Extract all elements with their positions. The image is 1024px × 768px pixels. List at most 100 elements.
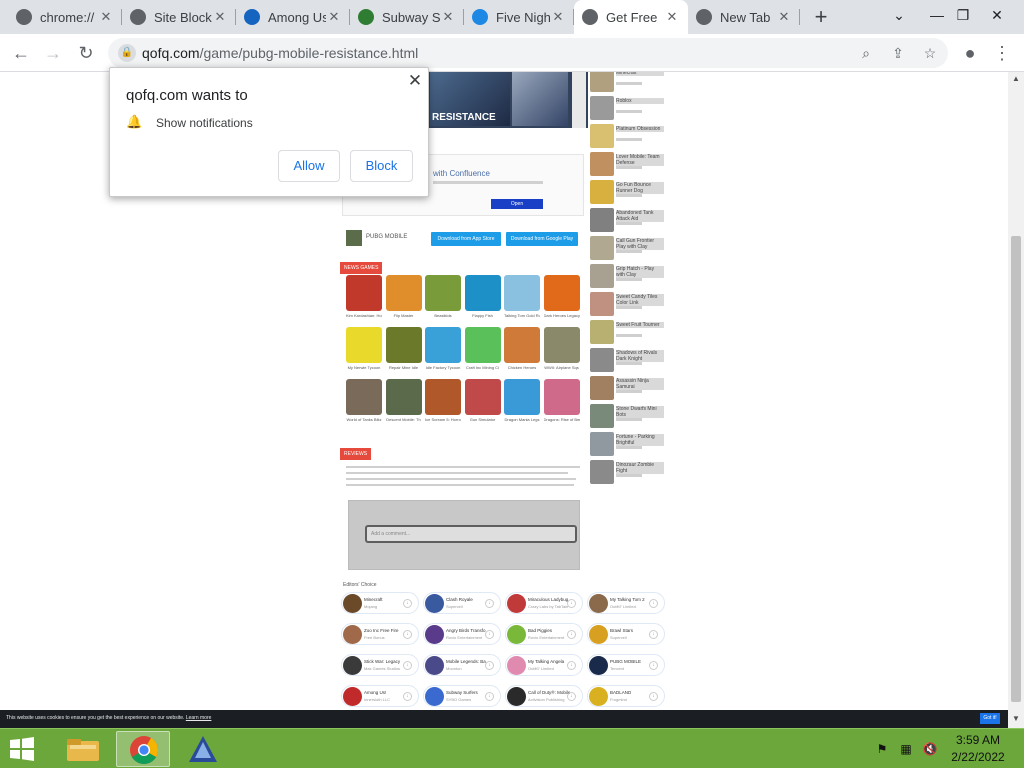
scroll-up-arrow[interactable]: ▲ <box>1008 72 1024 86</box>
game-label[interactable]: Gun Simulator <box>465 417 501 422</box>
related-game-thumbnail[interactable] <box>590 376 614 400</box>
restore-button[interactable]: ❐ <box>946 0 980 30</box>
game-card[interactable]: Chicken Heroes <box>504 327 540 377</box>
editors-pick-thumbnail[interactable] <box>507 594 526 613</box>
editors-pick-item[interactable]: Zoo Inc Free Fire Free Bonus ↓ <box>341 623 419 645</box>
editors-pick-item[interactable]: Subway Surfers SYBO Games ↓ <box>423 685 501 707</box>
game-thumbnail[interactable] <box>464 327 501 363</box>
network-icon[interactable]: ▦ <box>898 741 914 757</box>
editors-pick-item[interactable]: Bad Piggies Rovio Entertainment ↓ <box>505 623 583 645</box>
close-window-button[interactable]: ✕ <box>980 0 1014 30</box>
scrollbar-thumb[interactable] <box>1011 236 1021 702</box>
related-game-item[interactable]: Sweet Fruit Tourner <box>590 320 666 346</box>
editors-pick-thumbnail[interactable] <box>425 687 444 706</box>
game-card[interactable]: Craft Inc Mining Cl <box>464 327 501 377</box>
related-game-thumbnail[interactable] <box>590 124 614 148</box>
related-game-item[interactable]: Roblox <box>590 96 666 122</box>
related-game-title[interactable]: Abandoned Tank Attack Aid <box>616 210 664 222</box>
game-card[interactable]: Beastkids <box>425 275 461 325</box>
new-tab-button[interactable]: + <box>809 0 833 34</box>
editors-pick-item[interactable]: Clash Royale Supercell ↓ <box>423 592 501 614</box>
cookie-accept-button[interactable]: Got it! <box>980 713 1000 724</box>
game-label[interactable]: Flappy Fish <box>465 313 501 318</box>
related-game-title[interactable]: Go Fun Bounce Runner Dog <box>616 182 664 194</box>
download-icon[interactable]: ↓ <box>403 599 412 608</box>
game-card[interactable]: Kim Kardashian: Holl <box>346 275 382 325</box>
editors-pick-name[interactable]: Stick War: Legacy <box>364 659 406 664</box>
screenshot-scrollbar[interactable] <box>572 72 586 128</box>
editors-pick-item[interactable]: Brawl Stars Supercell ↓ <box>587 623 665 645</box>
game-card[interactable]: My Nerwie Tycoon <box>346 327 382 377</box>
tab-close-icon[interactable]: ✕ <box>212 9 228 25</box>
editors-pick-thumbnail[interactable] <box>425 594 444 613</box>
game-label[interactable]: Kim Kardashian: Holl <box>346 313 382 318</box>
game-label[interactable]: Dragons: Rise of Berk <box>544 417 580 422</box>
url-text[interactable]: qofq.com/game/pubg-mobile-resistance.htm… <box>142 45 418 61</box>
game-card[interactable]: WWII: Airplane Sqs <box>543 327 580 377</box>
action-center-flag-icon[interactable]: ⚑ <box>874 741 890 757</box>
related-game-item[interactable]: Assassin Ninja Samurai <box>590 376 666 402</box>
editors-pick-thumbnail[interactable] <box>343 625 362 644</box>
related-game-item[interactable]: Platinum Obsession <box>590 124 666 150</box>
editors-pick-item[interactable]: My Talking Angela Outfit7 Limited ↓ <box>505 654 583 676</box>
related-game-thumbnail[interactable] <box>590 348 614 372</box>
tab-close-icon[interactable]: ✕ <box>550 9 566 25</box>
download-icon[interactable]: ↓ <box>485 630 494 639</box>
related-game-title[interactable]: Platinum Obsession <box>616 126 664 132</box>
game-label[interactable]: Dragon Mania Legs <box>504 417 540 422</box>
tab-7[interactable]: New Tab ✕ <box>688 0 800 34</box>
related-game-thumbnail[interactable] <box>590 404 614 428</box>
tab-close-icon[interactable]: ✕ <box>98 9 114 25</box>
google-play-button[interactable]: Download from Google Play <box>506 232 578 246</box>
editors-pick-name[interactable]: Angry Birds Transfo <box>446 628 488 633</box>
volume-muted-icon[interactable]: 🔇 <box>922 741 938 757</box>
editors-pick-item[interactable]: Miraculous Ladybug Crazy Labs by TabTale ↓ <box>505 592 583 614</box>
game-thumbnail[interactable] <box>385 275 422 311</box>
related-game-title[interactable]: Dinozaur Zombie Fight <box>616 462 664 474</box>
app-taskbar-icon[interactable] <box>176 731 230 767</box>
game-thumbnail[interactable] <box>504 327 540 363</box>
related-game-item[interactable]: Fortune - Parking Brightful <box>590 432 666 458</box>
editors-pick-thumbnail[interactable] <box>507 656 526 675</box>
bookmark-star-icon[interactable]: ☆ <box>920 43 940 63</box>
allow-button[interactable]: Allow <box>278 150 340 182</box>
reload-button[interactable]: ↻ <box>73 40 99 66</box>
game-label[interactable]: World of Tanks Blitz <box>346 417 382 422</box>
related-game-item[interactable]: Minecraft <box>590 72 666 94</box>
editors-pick-name[interactable]: Zoo Inc Free Fire <box>364 628 406 633</box>
editors-pick-name[interactable]: Subway Surfers <box>446 690 488 695</box>
editors-pick-name[interactable]: Among Us! <box>364 690 406 695</box>
game-label[interactable]: Descent Mobile: Th <box>386 417 422 422</box>
related-game-thumbnail[interactable] <box>590 236 614 260</box>
game-thumbnail[interactable] <box>425 327 461 363</box>
editors-pick-thumbnail[interactable] <box>589 687 608 706</box>
editors-pick-item[interactable]: PUBG MOBILE Tencent ↓ <box>587 654 665 676</box>
related-game-thumbnail[interactable] <box>590 96 614 120</box>
editors-pick-name[interactable]: My Talking Angela <box>528 659 570 664</box>
editors-pick-name[interactable]: Call of Duty®: Mobile <box>528 690 570 695</box>
related-game-item[interactable]: Go Fun Bounce Runner Dog <box>590 180 666 206</box>
game-label[interactable]: Dark Heroes Legacy <box>544 313 580 318</box>
editors-pick-name[interactable]: My Talking Tom 2 <box>610 597 652 602</box>
app-store-button[interactable]: Download from App Store <box>431 232 501 246</box>
game-label[interactable]: Craft Inc Mining Cl <box>465 365 501 370</box>
windows-start-icon[interactable] <box>6 735 38 763</box>
game-thumbnail[interactable] <box>346 275 382 311</box>
game-label[interactable]: Talking Tom Gold Ru <box>504 313 540 318</box>
related-game-title[interactable]: Fortune - Parking Brightful <box>616 434 664 446</box>
tab-close-icon[interactable]: ✕ <box>440 9 456 25</box>
related-game-item[interactable]: Abandoned Tank Attack Aid <box>590 208 666 234</box>
editors-pick-item[interactable]: Among Us! Innersloth LLC ↓ <box>341 685 419 707</box>
editors-pick-name[interactable]: PUBG MOBILE <box>610 659 652 664</box>
menu-icon[interactable]: ⋮ <box>989 40 1015 66</box>
game-label[interactable]: Beastkids <box>425 313 461 318</box>
game-thumbnail[interactable] <box>425 379 461 415</box>
game-thumbnail[interactable] <box>504 275 540 311</box>
game-card[interactable]: Talking Tom Gold Ru <box>504 275 540 325</box>
game-thumbnail[interactable] <box>543 327 580 363</box>
tab-1[interactable]: chrome://✕ <box>8 0 122 34</box>
block-button[interactable]: Block <box>350 150 413 182</box>
editors-pick-item[interactable]: BADLAND Frogmind ↓ <box>587 685 665 707</box>
related-game-title[interactable]: Call Gun Frontier Play with Clay <box>616 238 664 250</box>
chrome-taskbar-icon[interactable] <box>116 731 170 767</box>
